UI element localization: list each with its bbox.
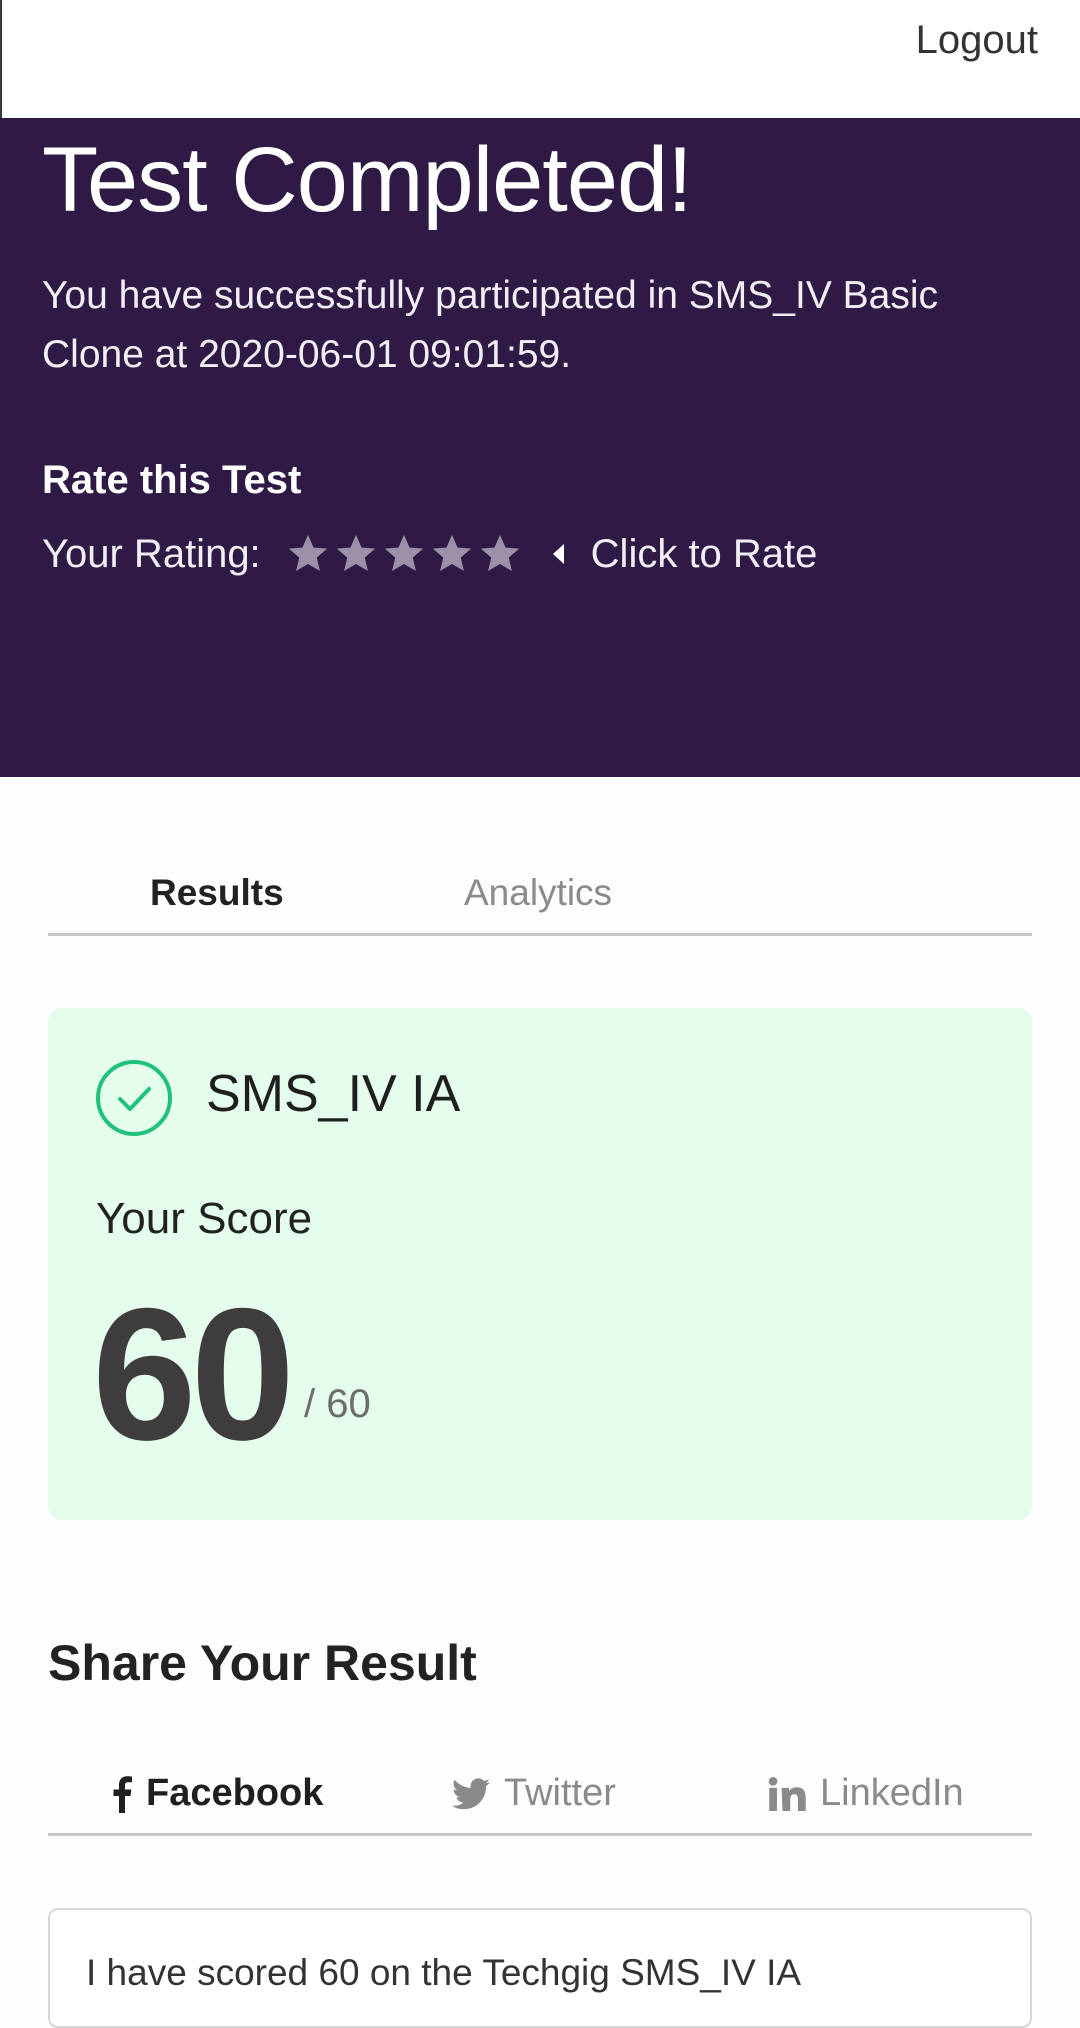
star-icon[interactable] [285,531,331,577]
star-icon[interactable] [381,531,427,577]
linkedin-icon [768,1776,806,1811]
star-rating[interactable] [285,531,523,577]
twitter-label: Twitter [504,1772,616,1814]
logout-link[interactable]: Logout [916,18,1038,63]
share-message-box[interactable]: I have scored 60 on the Techgig SMS_IV I… [48,1908,1032,2028]
share-tabs: Facebook Twitter LinkedIn [48,1760,1032,1836]
test-name: SMS_IV IA [206,1065,461,1123]
hero-banner: Test Completed! You have successfully pa… [0,118,1080,777]
completion-message: You have successfully participated in SM… [42,274,939,376]
tab-results[interactable]: Results [150,872,284,914]
click-to-rate-link[interactable]: Click to Rate [591,532,818,577]
star-icon[interactable] [429,531,475,577]
twitter-icon [452,1777,490,1810]
star-icon[interactable] [477,531,523,577]
result-tabs: Results Analytics [48,862,1032,936]
facebook-label: Facebook [146,1772,324,1814]
star-icon[interactable] [333,531,379,577]
caret-left-icon [551,539,573,569]
score-label: Your Score [96,1194,313,1243]
tab-twitter[interactable]: Twitter [452,1772,616,1815]
rating-row: Your Rating: Click to Rate [42,524,817,584]
tab-facebook[interactable]: Facebook [112,1772,323,1815]
check-circle-icon [96,1060,172,1136]
tab-linkedin[interactable]: LinkedIn [768,1772,964,1815]
rate-section-title: Rate this Test [42,458,302,502]
linkedin-label: LinkedIn [820,1772,964,1814]
share-section-title: Share Your Result [48,1635,477,1691]
score-card: SMS_IV IA Your Score 60 / 60 [48,1008,1032,1520]
page-title: Test Completed! [42,129,693,231]
score-value: 60 [92,1269,295,1479]
rating-label: Your Rating: [42,531,261,576]
share-message-text: I have scored 60 on the Techgig SMS_IV I… [86,1952,802,1993]
tab-analytics[interactable]: Analytics [464,872,612,914]
score-total: / 60 [304,1382,371,1426]
top-bar: Logout [0,0,1080,118]
facebook-icon [112,1775,132,1813]
